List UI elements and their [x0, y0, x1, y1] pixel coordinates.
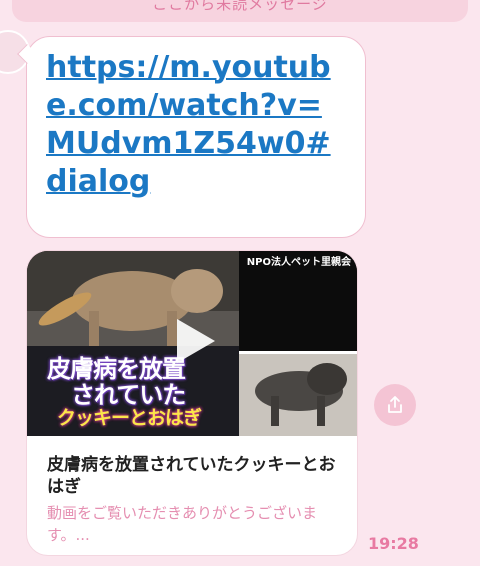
preview-title: 皮膚病を放置されていたクッキーとおはぎ — [47, 455, 336, 497]
share-button[interactable] — [374, 384, 416, 426]
thumbnail-caption-line3: クッキーとおはぎ — [57, 407, 202, 429]
share-icon — [388, 396, 402, 413]
message-bubble[interactable]: https://m.youtube.com/watch?v=MUdvm1Z54w… — [17, 36, 366, 238]
youtube-link[interactable]: https://m.youtube.com/watch?v=MUdvm1Z54w… — [46, 49, 346, 201]
link-preview-card[interactable]: NPO法人ペット里親会 皮膚病を放置 されていた クッキーとおはぎ 皮膚病を放置… — [26, 250, 358, 556]
video-thumbnail[interactable]: NPO法人ペット里親会 皮膚病を放置 されていた クッキーとおはぎ — [27, 251, 357, 436]
play-icon[interactable] — [173, 317, 217, 365]
thumbnail-org-label: NPO法人ペット里親会 — [246, 257, 351, 268]
preview-text-area: 皮膚病を放置されていたクッキーとおはぎ 動画をご覧いただきありがとうございます。… — [27, 436, 357, 546]
message-timestamp: 19:28 — [368, 534, 419, 553]
preview-description: 動画をご覧いただきありがとうございます。... — [47, 504, 318, 544]
unread-messages-banner: ここから未読メッセージ — [12, 0, 468, 22]
unread-banner-text: ここから未読メッセージ — [152, 0, 328, 13]
